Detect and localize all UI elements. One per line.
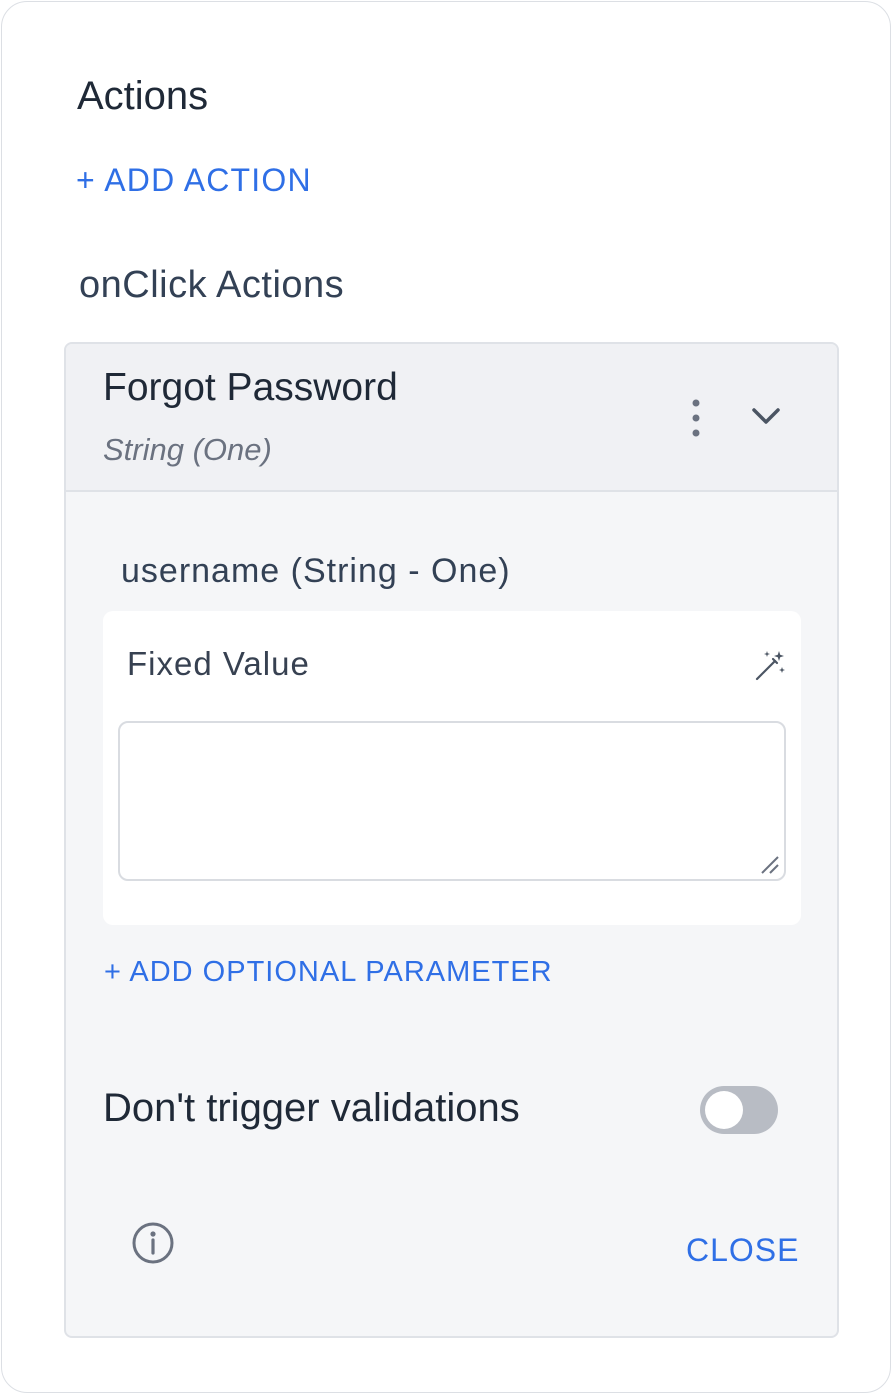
action-card: Forgot Password String (One) username (S… [64,342,839,1338]
actions-panel: Actions + ADD ACTION onClick Actions For… [1,1,891,1393]
info-icon[interactable] [130,1220,176,1266]
action-subtitle: String (One) [103,432,272,467]
toggle-knob [705,1091,743,1129]
value-type-label: Fixed Value [127,645,310,682]
onclick-actions-title: onClick Actions [79,264,345,306]
add-optional-parameter-button[interactable]: + ADD OPTIONAL PARAMETER [104,956,553,989]
parameter-box: Fixed Value [103,611,801,925]
toggle-label: Don't trigger validations [103,1086,520,1130]
actions-title: Actions [77,74,209,118]
kebab-menu-icon[interactable] [681,396,711,440]
chevron-down-icon[interactable] [746,396,786,436]
close-button[interactable]: CLOSE [686,1232,799,1269]
add-action-button[interactable]: + ADD ACTION [76,162,312,199]
fixed-value-textarea[interactable] [118,721,786,881]
dont-trigger-validations-toggle[interactable] [700,1086,778,1134]
parameter-label: username (String - One) [121,552,511,590]
resize-grip-icon[interactable] [758,853,780,875]
magic-wand-icon[interactable] [753,649,787,683]
action-card-header[interactable]: Forgot Password String (One) [66,344,837,492]
action-title: Forgot Password [103,366,398,409]
